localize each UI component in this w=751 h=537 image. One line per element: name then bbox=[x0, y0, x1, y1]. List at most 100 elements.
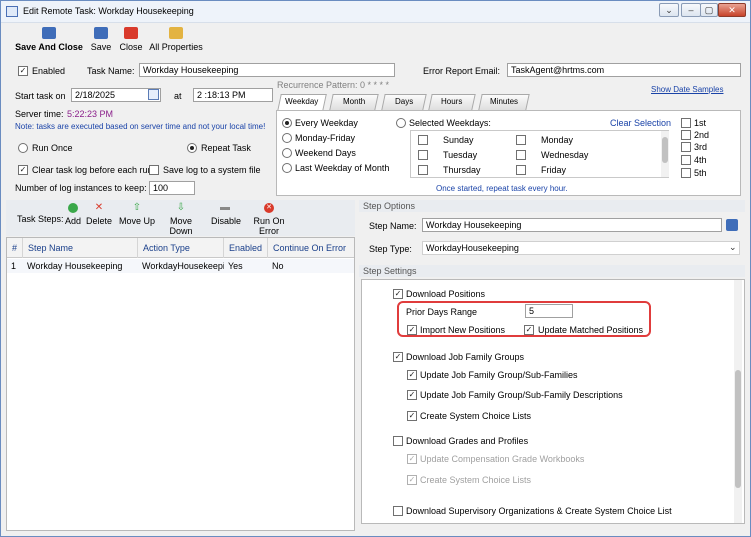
move-up-button[interactable]: ⇧ Move Up bbox=[119, 203, 155, 227]
import-new-positions-checkbox[interactable]: ✓ bbox=[407, 325, 417, 335]
save-disk-icon[interactable] bbox=[726, 219, 738, 231]
repeat-note: Once started, repeat task every hour. bbox=[436, 184, 568, 193]
selected-weekdays-radio[interactable] bbox=[396, 118, 406, 128]
step-name-input[interactable]: Workday Housekeeping bbox=[422, 218, 722, 232]
clear-log-label: Clear task log before each run bbox=[32, 165, 153, 175]
save-and-close-button[interactable]: Save And Close bbox=[13, 27, 85, 52]
move-down-button[interactable]: ⇩ Move Down bbox=[159, 202, 203, 237]
tab-hours[interactable]: Hours bbox=[428, 94, 476, 110]
monday-label: Monday bbox=[541, 135, 574, 145]
week-3rd-checkbox[interactable] bbox=[681, 142, 691, 152]
every-weekday-radio[interactable] bbox=[282, 118, 292, 128]
tuesday-checkbox[interactable] bbox=[418, 150, 428, 160]
repeat-task-radio[interactable] bbox=[187, 143, 197, 153]
server-time-label: Server time: bbox=[15, 109, 64, 119]
close-button[interactable]: Close bbox=[118, 27, 144, 52]
save-disk-icon bbox=[42, 27, 56, 39]
arrow-down-icon: ⇩ bbox=[176, 202, 186, 213]
week-3rd-label: 3rd bbox=[694, 142, 708, 152]
col-step-name[interactable]: Step Name bbox=[23, 238, 138, 258]
table-row[interactable]: 1 Workday Housekeeping WorkdayHousekeepi… bbox=[7, 259, 354, 273]
scrollbar-thumb[interactable] bbox=[735, 370, 741, 488]
error-email-label: Error Report Email: bbox=[423, 66, 501, 76]
create-choice-lists-2-label: Create System Choice Lists bbox=[420, 475, 532, 485]
prior-days-label: Prior Days Range bbox=[406, 307, 478, 317]
run-once-radio[interactable] bbox=[18, 143, 28, 153]
recurrence-pattern-label: Recurrence Pattern: 0 * * * * bbox=[277, 80, 390, 90]
thursday-checkbox[interactable] bbox=[418, 165, 428, 175]
properties-icon bbox=[169, 27, 183, 39]
download-job-family-checkbox[interactable]: ✓ bbox=[393, 352, 403, 362]
clear-selection-link[interactable]: Clear Selection bbox=[610, 118, 671, 128]
tab-minutes[interactable]: Minutes bbox=[478, 94, 530, 110]
download-grades-label: Download Grades and Profiles bbox=[406, 436, 529, 446]
tab-days[interactable]: Days bbox=[381, 94, 427, 110]
task-steps-grid: # Step Name Action Type Enabled Continue… bbox=[6, 237, 355, 531]
download-positions-checkbox[interactable]: ✓ bbox=[393, 289, 403, 299]
week-1st-label: 1st bbox=[694, 118, 707, 128]
col-continue-on-error[interactable]: Continue On Error bbox=[268, 238, 354, 258]
save-button[interactable]: Save bbox=[89, 27, 113, 52]
monday-friday-radio[interactable] bbox=[282, 133, 292, 143]
col-enabled[interactable]: Enabled bbox=[224, 238, 268, 258]
edit-remote-task-window: Edit Remote Task: Workday Housekeeping ⌄… bbox=[0, 0, 751, 537]
step-type-label: Step Type: bbox=[369, 244, 412, 254]
download-sup-orgs-label: Download Supervisory Organizations & Cre… bbox=[406, 506, 672, 516]
last-weekday-radio[interactable] bbox=[282, 163, 292, 173]
col-number[interactable]: # bbox=[7, 238, 23, 258]
log-instances-input[interactable]: 100 bbox=[149, 181, 195, 195]
step-type-select[interactable]: WorkdayHousekeeping bbox=[422, 241, 740, 255]
monday-checkbox[interactable] bbox=[516, 135, 526, 145]
prior-days-input[interactable]: 5 bbox=[525, 304, 573, 318]
weekend-days-radio[interactable] bbox=[282, 148, 292, 158]
week-5th-checkbox[interactable] bbox=[681, 168, 691, 178]
create-choice-lists-checkbox[interactable]: ✓ bbox=[407, 411, 417, 421]
update-comp-grade-checkbox[interactable]: ✓ bbox=[407, 454, 417, 464]
friday-checkbox[interactable] bbox=[516, 165, 526, 175]
scrollbar-thumb[interactable] bbox=[662, 137, 668, 163]
step-settings-header: Step Settings bbox=[359, 265, 745, 277]
week-4th-checkbox[interactable] bbox=[681, 155, 691, 165]
update-job-family-desc-checkbox[interactable]: ✓ bbox=[407, 390, 417, 400]
repeat-task-label: Repeat Task bbox=[201, 143, 251, 153]
weekday-list-scrollbar[interactable] bbox=[661, 131, 669, 177]
chevron-down-icon[interactable]: ⌄ bbox=[729, 242, 737, 253]
disable-step-button[interactable]: ▬ Disable bbox=[211, 203, 241, 227]
add-step-button[interactable]: Add bbox=[63, 203, 83, 226]
maximize-button[interactable]: ▢ bbox=[700, 3, 718, 17]
server-time-note: Note: tasks are executed based on server… bbox=[15, 122, 266, 131]
chevron-down-icon[interactable]: ⌄ bbox=[659, 3, 679, 17]
download-sup-orgs-checkbox[interactable] bbox=[393, 506, 403, 516]
clear-log-checkbox[interactable]: ✓ bbox=[18, 165, 28, 175]
at-label: at bbox=[174, 91, 182, 101]
task-steps-label: Task Steps: bbox=[17, 214, 64, 224]
show-date-samples-link[interactable]: Show Date Samples bbox=[651, 85, 723, 94]
enabled-checkbox[interactable]: ✓ bbox=[18, 66, 28, 76]
run-on-error-button[interactable]: ✕ Run On Error bbox=[245, 203, 293, 236]
week-2nd-checkbox[interactable] bbox=[681, 130, 691, 140]
create-choice-lists-2-checkbox[interactable]: ✓ bbox=[407, 475, 417, 485]
error-email-input[interactable]: TaskAgent@hrtms.com bbox=[507, 63, 741, 77]
save-log-checkbox[interactable] bbox=[149, 165, 159, 175]
close-window-button[interactable]: ✕ bbox=[718, 3, 746, 17]
col-action-type[interactable]: Action Type bbox=[138, 238, 224, 258]
task-name-input[interactable]: Workday Housekeeping bbox=[139, 63, 395, 77]
all-properties-button[interactable]: All Properties bbox=[148, 27, 204, 52]
tab-weekday[interactable]: Weekday bbox=[277, 94, 327, 111]
sunday-checkbox[interactable] bbox=[418, 135, 428, 145]
week-1st-checkbox[interactable] bbox=[681, 118, 691, 128]
tab-month[interactable]: Month bbox=[329, 94, 379, 110]
minimize-button[interactable]: – bbox=[681, 3, 701, 17]
wednesday-checkbox[interactable] bbox=[516, 150, 526, 160]
thursday-label: Thursday bbox=[443, 165, 481, 175]
update-matched-positions-checkbox[interactable]: ✓ bbox=[524, 325, 534, 335]
download-grades-checkbox[interactable] bbox=[393, 436, 403, 446]
update-job-family-checkbox[interactable]: ✓ bbox=[407, 370, 417, 380]
calendar-icon[interactable] bbox=[148, 89, 159, 100]
settings-scrollbar[interactable] bbox=[734, 280, 742, 523]
start-time-input[interactable]: 2 :18:13 PM bbox=[193, 88, 273, 102]
delete-step-button[interactable]: ✕ Delete bbox=[86, 203, 112, 227]
monday-friday-label: Monday-Friday bbox=[295, 133, 356, 143]
server-time-value: 5:22:23 PM bbox=[67, 109, 114, 119]
row-continue: No bbox=[272, 261, 284, 271]
